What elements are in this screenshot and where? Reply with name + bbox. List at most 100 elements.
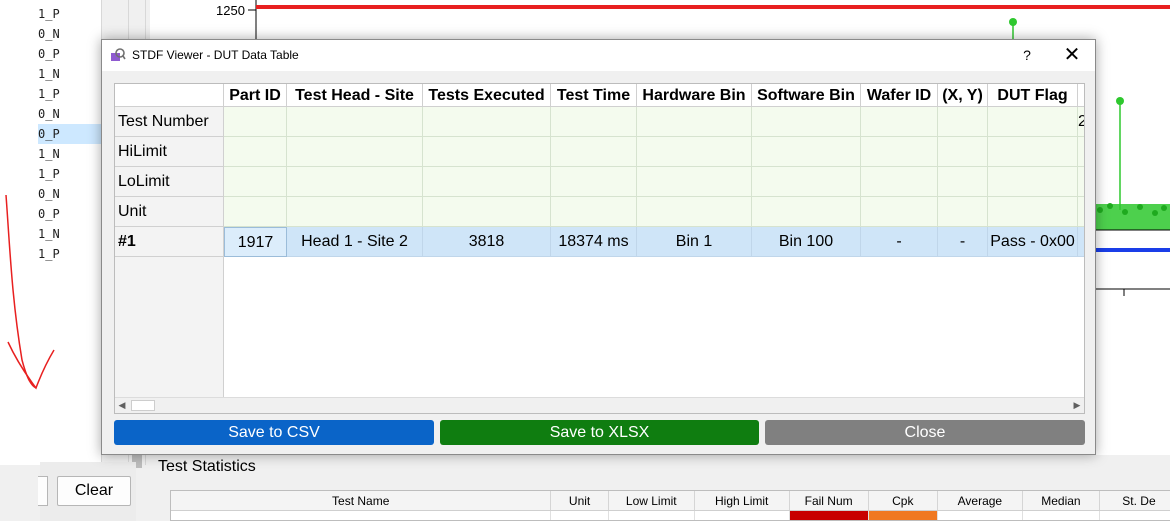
row-header[interactable]: LoLimit xyxy=(115,167,224,197)
table-cell[interactable] xyxy=(287,107,423,137)
stats-column-header[interactable]: Low Limit xyxy=(609,491,695,510)
dut-cell[interactable]: 1917 xyxy=(224,227,287,257)
table-cell[interactable] xyxy=(861,197,938,227)
table-cell[interactable] xyxy=(551,197,637,227)
dut-cell[interactable]: - xyxy=(861,227,938,257)
table-cell[interactable] xyxy=(988,137,1078,167)
table-cell[interactable] xyxy=(861,137,938,167)
table-cell[interactable] xyxy=(287,197,423,227)
table-corner[interactable] xyxy=(115,84,224,107)
scroll-left-arrow-icon[interactable]: ◀ xyxy=(115,398,129,413)
clear-button[interactable]: Clear xyxy=(57,476,131,506)
table-cell[interactable] xyxy=(224,167,287,197)
column-header[interactable]: Wafer ID xyxy=(861,84,938,107)
dut-cell[interactable]: Bin 1 xyxy=(637,227,752,257)
table-cell[interactable] xyxy=(1078,197,1084,227)
table-cell[interactable] xyxy=(224,137,287,167)
dut-cell[interactable]: 3818 xyxy=(423,227,551,257)
stats-cell xyxy=(789,511,869,520)
window-close-button[interactable]: ✕ xyxy=(1062,43,1082,67)
table-cell[interactable]: 2 xyxy=(1078,107,1084,137)
data-cluster xyxy=(1096,203,1170,231)
table-cell[interactable] xyxy=(938,107,988,137)
red-annotation-arrow xyxy=(5,194,55,390)
table-cell[interactable] xyxy=(423,197,551,227)
stats-cell xyxy=(551,511,609,520)
dut-data-table[interactable]: ◀ ▶ Part ID Test Head - Site Tests Execute… xyxy=(114,83,1085,414)
stats-column-header[interactable]: St. De xyxy=(1100,491,1170,510)
table-cell[interactable] xyxy=(988,107,1078,137)
table-cell[interactable] xyxy=(637,137,752,167)
dialog-titlebar[interactable]: STDF Viewer - DUT Data Table ? ✕ xyxy=(102,40,1095,71)
column-header[interactable]: Test Head - Site xyxy=(287,84,423,107)
table-cell[interactable] xyxy=(551,167,637,197)
stats-column-header[interactable]: Unit xyxy=(551,491,609,510)
table-cell[interactable] xyxy=(752,167,861,197)
clipped-button[interactable] xyxy=(38,476,48,506)
table-cell[interactable] xyxy=(551,137,637,167)
column-header[interactable]: Tests Executed xyxy=(423,84,551,107)
stats-cell xyxy=(171,511,552,520)
table-cell[interactable] xyxy=(938,137,988,167)
dut-row-header[interactable]: #1 xyxy=(115,227,224,257)
test-statistics-title: Test Statistics xyxy=(158,458,256,475)
table-cell[interactable] xyxy=(861,167,938,197)
stats-data-row[interactable] xyxy=(171,511,1170,520)
table-cell[interactable] xyxy=(287,167,423,197)
table-cell[interactable] xyxy=(423,107,551,137)
column-header-clipped[interactable] xyxy=(1078,84,1084,107)
stats-column-header[interactable]: Cpk xyxy=(869,491,938,510)
table-cell[interactable] xyxy=(938,197,988,227)
table-cell[interactable] xyxy=(224,197,287,227)
dut-cell[interactable]: Pass - 0x00 xyxy=(988,227,1078,257)
table-cell[interactable] xyxy=(423,137,551,167)
table-cell[interactable] xyxy=(224,107,287,137)
table-cell[interactable] xyxy=(988,167,1078,197)
table-cell[interactable] xyxy=(637,197,752,227)
scrollbar-thumb[interactable] xyxy=(131,400,155,411)
dut-cell[interactable]: Bin 100 xyxy=(752,227,861,257)
table-cell[interactable] xyxy=(1078,167,1084,197)
stats-column-header[interactable]: Fail Num xyxy=(790,491,869,510)
stats-column-header[interactable]: Average xyxy=(938,491,1023,510)
stats-column-header[interactable]: High Limit xyxy=(695,491,790,510)
table-cell[interactable] xyxy=(287,137,423,167)
column-header[interactable]: Software Bin xyxy=(752,84,861,107)
column-header[interactable]: Part ID xyxy=(224,84,287,107)
table-cell[interactable] xyxy=(938,167,988,197)
table-cell[interactable] xyxy=(752,197,861,227)
stats-cell xyxy=(938,511,1023,520)
save-to-xlsx-button[interactable]: Save to XLSX xyxy=(440,420,759,445)
row-header[interactable]: Test Number xyxy=(115,107,224,137)
stats-cell xyxy=(1023,511,1100,520)
table-cell[interactable] xyxy=(752,137,861,167)
table-cell[interactable] xyxy=(988,197,1078,227)
close-button[interactable]: Close xyxy=(765,420,1085,445)
test-statistics-table: Test Name Unit Low Limit High Limit Fail Num… xyxy=(170,490,1170,521)
scroll-right-arrow-icon[interactable]: ▶ xyxy=(1070,398,1084,413)
data-point xyxy=(1116,97,1124,105)
table-cell[interactable] xyxy=(551,107,637,137)
table-cell[interactable] xyxy=(861,107,938,137)
dut-cell[interactable]: 18374 ms xyxy=(551,227,637,257)
table-cell[interactable] xyxy=(423,167,551,197)
stats-column-header[interactable]: Test Name xyxy=(171,491,552,510)
column-header[interactable]: DUT Flag xyxy=(988,84,1078,107)
dut-cell[interactable]: - xyxy=(938,227,988,257)
table-cell[interactable] xyxy=(752,107,861,137)
row-header[interactable]: HiLimit xyxy=(115,137,224,167)
column-header[interactable]: Test Time xyxy=(551,84,637,107)
row-header[interactable]: Unit xyxy=(115,197,224,227)
column-header[interactable]: (X, Y) xyxy=(938,84,988,107)
table-cell[interactable] xyxy=(1078,137,1084,167)
save-to-csv-button[interactable]: Save to CSV xyxy=(114,420,434,445)
dut-cell[interactable]: Head 1 - Site 2 xyxy=(287,227,423,257)
horizontal-scrollbar[interactable]: ◀ ▶ xyxy=(115,397,1084,413)
table-cell[interactable] xyxy=(637,107,752,137)
help-button[interactable]: ? xyxy=(1019,45,1035,65)
table-cell[interactable] xyxy=(637,167,752,197)
stats-column-header[interactable]: Median xyxy=(1023,491,1100,510)
dut-cell[interactable] xyxy=(1078,227,1084,257)
column-header[interactable]: Hardware Bin xyxy=(637,84,752,107)
dialog-title: STDF Viewer - DUT Data Table xyxy=(132,48,299,62)
